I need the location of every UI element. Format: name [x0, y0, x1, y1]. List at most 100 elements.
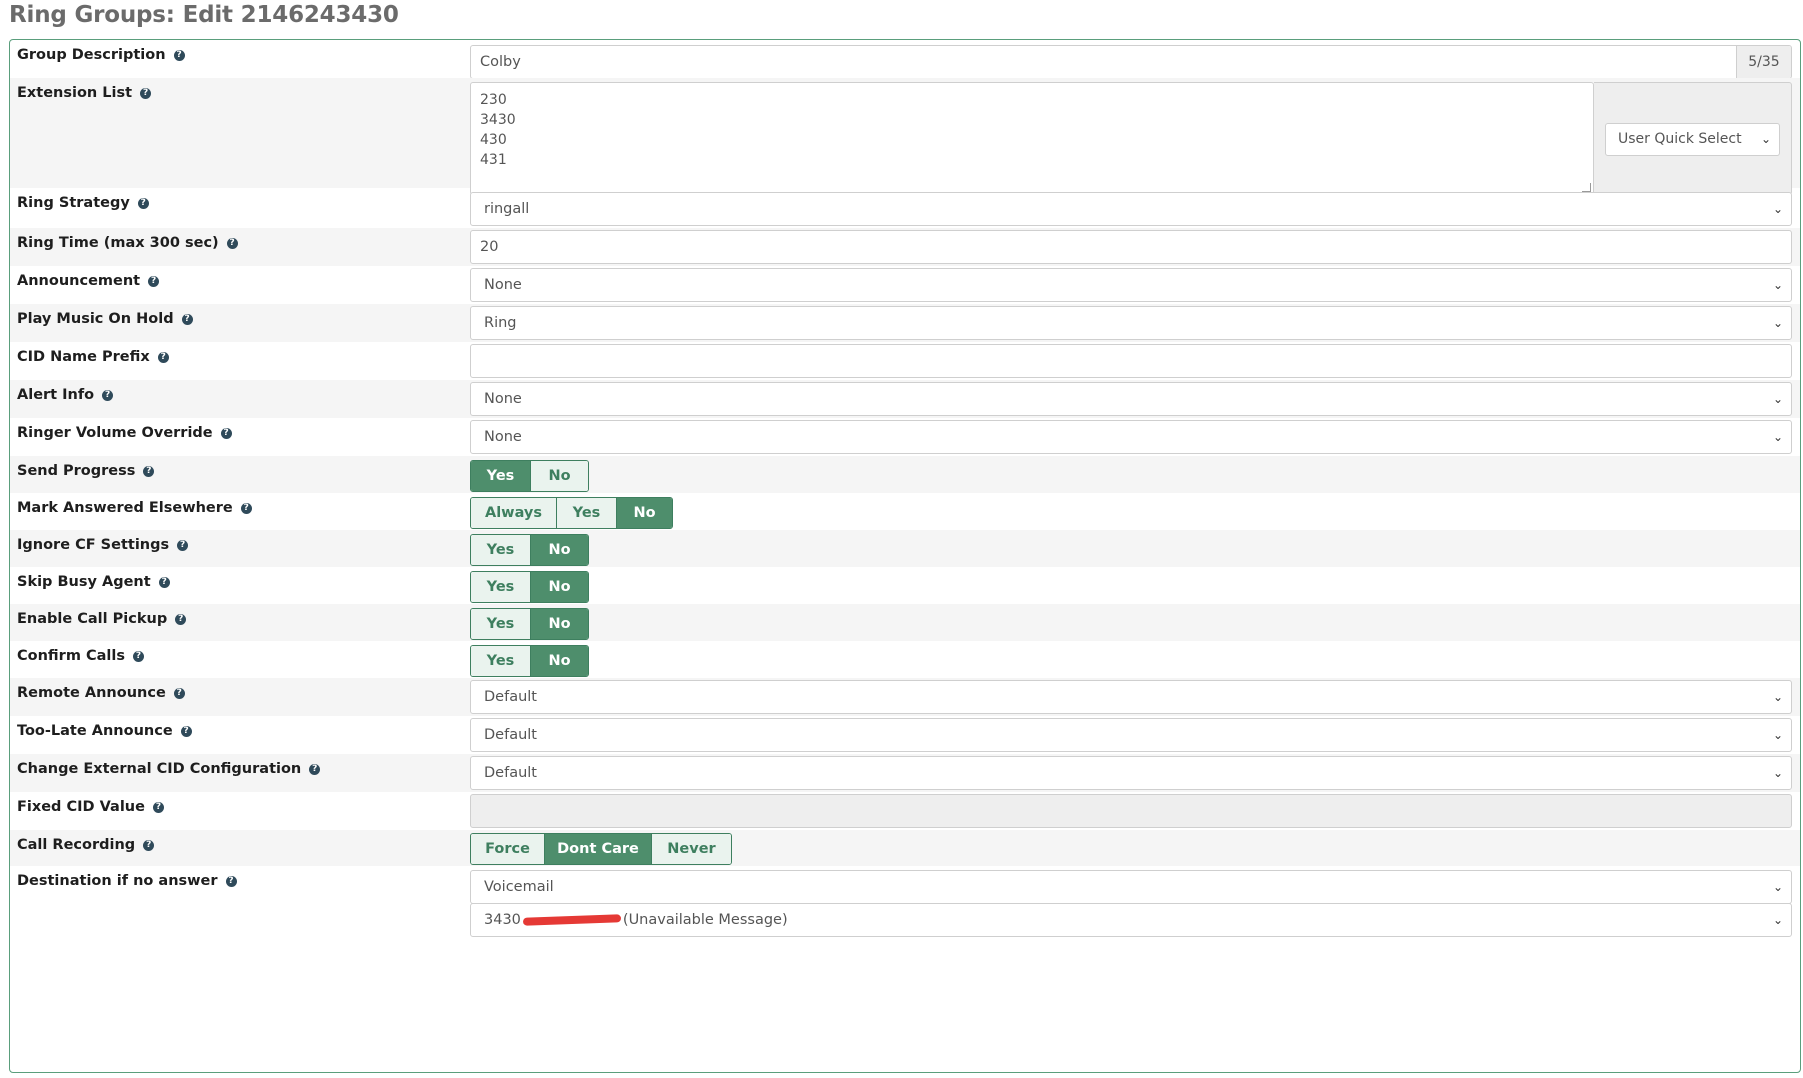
row-send-progress: Send Progress? Yes No	[10, 456, 1800, 493]
skip-busy-no-button[interactable]: No	[531, 572, 588, 602]
row-ringer-volume: Ringer Volume Override? None ⌄	[10, 418, 1800, 456]
call-recording-label: Call Recording	[17, 837, 136, 853]
announcement-label: Announcement	[17, 273, 141, 289]
row-call-pickup: Enable Call Pickup? Yes No	[10, 604, 1800, 641]
row-group-description: Group Description? Colby 5/35	[10, 40, 1800, 79]
row-fixed-cid: Fixed CID Value?	[10, 792, 1800, 830]
skip-busy-yes-button[interactable]: Yes	[471, 572, 531, 602]
help-icon[interactable]: ?	[181, 313, 193, 325]
help-icon[interactable]: ?	[309, 763, 321, 775]
ringer-volume-select[interactable]: None ⌄	[470, 420, 1792, 454]
remote-announce-label: Remote Announce	[17, 685, 166, 701]
mark-answered-label: Mark Answered Elsewhere	[17, 500, 233, 516]
row-cid-name-prefix: CID Name Prefix?	[10, 342, 1800, 380]
chevron-down-icon: ⌄	[1772, 316, 1784, 330]
help-icon[interactable]: ?	[158, 576, 170, 588]
row-alert-info: Alert Info? None ⌄	[10, 380, 1800, 418]
row-ignore-cf: Ignore CF Settings? Yes No	[10, 530, 1800, 567]
call-recording-never-button[interactable]: Never	[652, 834, 731, 864]
alert-info-select[interactable]: None ⌄	[470, 382, 1792, 416]
chevron-down-icon: ⌄	[1772, 766, 1784, 780]
page-title: Ring Groups: Edit 2146243430	[9, 2, 399, 28]
destination-type-select[interactable]: Voicemail ⌄	[470, 870, 1792, 904]
help-icon[interactable]: ?	[177, 539, 189, 551]
chevron-down-icon: ⌄	[1772, 202, 1784, 216]
row-remote-announce: Remote Announce? Default ⌄	[10, 678, 1800, 716]
mark-answered-toggle: Always Yes No	[470, 497, 673, 529]
help-icon[interactable]: ?	[148, 275, 160, 287]
row-extension-list: Extension List? 230 3430 430 431 User Qu…	[10, 78, 1800, 195]
cid-name-prefix-label: CID Name Prefix	[17, 349, 150, 365]
ring-time-input[interactable]: 20	[470, 230, 1792, 264]
change-ext-cid-select[interactable]: Default ⌄	[470, 756, 1792, 790]
too-late-announce-select[interactable]: Default ⌄	[470, 718, 1792, 752]
ring-group-form: Group Description? Colby 5/35 Extension …	[9, 39, 1801, 1073]
redaction-mark	[522, 914, 622, 926]
help-icon[interactable]: ?	[152, 801, 164, 813]
remote-announce-select[interactable]: Default ⌄	[470, 680, 1792, 714]
chevron-down-icon: ⌄	[1772, 913, 1784, 927]
help-icon[interactable]: ?	[102, 389, 114, 401]
change-ext-cid-label: Change External CID Configuration	[17, 761, 302, 777]
help-icon[interactable]: ?	[180, 725, 192, 737]
call-pickup-toggle: Yes No	[470, 608, 589, 640]
row-change-ext-cid: Change External CID Configuration? Defau…	[10, 754, 1800, 792]
row-announcement: Announcement? None ⌄	[10, 266, 1800, 304]
cid-name-prefix-input[interactable]	[470, 344, 1792, 378]
mark-answered-no-button[interactable]: No	[617, 498, 672, 528]
call-recording-force-button[interactable]: Force	[471, 834, 545, 864]
send-progress-toggle: Yes No	[470, 460, 589, 492]
help-icon[interactable]: ?	[140, 87, 152, 99]
char-counter: 5/35	[1736, 46, 1791, 78]
call-pickup-no-button[interactable]: No	[531, 609, 588, 639]
row-ring-strategy: Ring Strategy? ringall ⌄	[10, 188, 1800, 228]
confirm-calls-no-button[interactable]: No	[531, 646, 588, 676]
row-play-moh: Play Music On Hold? Ring ⌄	[10, 304, 1800, 342]
user-quick-select[interactable]: User Quick Select ⌄	[1605, 123, 1780, 156]
group-description-input[interactable]: Colby 5/35	[470, 45, 1792, 79]
confirm-calls-label: Confirm Calls	[17, 648, 125, 664]
help-icon[interactable]: ?	[225, 875, 237, 887]
help-icon[interactable]: ?	[173, 49, 185, 61]
chevron-down-icon: ⌄	[1772, 728, 1784, 742]
group-description-label: Group Description	[17, 47, 166, 63]
mark-answered-yes-button[interactable]: Yes	[557, 498, 617, 528]
help-icon[interactable]: ?	[175, 613, 187, 625]
ignore-cf-no-button[interactable]: No	[531, 535, 588, 565]
row-mark-answered: Mark Answered Elsewhere? Always Yes No	[10, 493, 1800, 530]
destination-target-select[interactable]: 3430 (Unavailable Message) ⌄	[470, 903, 1792, 937]
announcement-select[interactable]: None ⌄	[470, 268, 1792, 302]
help-icon[interactable]: ?	[143, 465, 155, 477]
ring-strategy-select[interactable]: ringall ⌄	[470, 192, 1792, 226]
chevron-down-icon: ⌄	[1772, 880, 1784, 894]
destination-label: Destination if no answer	[17, 873, 218, 889]
send-progress-yes-button[interactable]: Yes	[471, 461, 531, 491]
chevron-down-icon: ⌄	[1760, 132, 1772, 146]
help-icon[interactable]: ?	[240, 502, 252, 514]
ignore-cf-yes-button[interactable]: Yes	[471, 535, 531, 565]
call-pickup-yes-button[interactable]: Yes	[471, 609, 531, 639]
extension-list-textarea[interactable]: 230 3430 430 431	[470, 82, 1594, 195]
help-icon[interactable]: ?	[143, 839, 155, 851]
fixed-cid-input	[470, 794, 1792, 828]
confirm-calls-yes-button[interactable]: Yes	[471, 646, 531, 676]
help-icon[interactable]: ?	[157, 351, 169, 363]
row-skip-busy: Skip Busy Agent? Yes No	[10, 567, 1800, 604]
help-icon[interactable]: ?	[132, 650, 144, 662]
too-late-announce-label: Too-Late Announce	[17, 723, 173, 739]
help-icon[interactable]: ?	[173, 687, 185, 699]
mark-answered-always-button[interactable]: Always	[471, 498, 557, 528]
call-pickup-label: Enable Call Pickup	[17, 611, 168, 627]
help-icon[interactable]: ?	[137, 197, 149, 209]
call-recording-dont-care-button[interactable]: Dont Care	[545, 834, 652, 864]
skip-busy-toggle: Yes No	[470, 571, 589, 603]
help-icon[interactable]: ?	[220, 427, 232, 439]
row-call-recording: Call Recording? Force Dont Care Never	[10, 830, 1800, 866]
ring-strategy-label: Ring Strategy	[17, 195, 130, 211]
row-too-late-announce: Too-Late Announce? Default ⌄	[10, 716, 1800, 754]
help-icon[interactable]: ?	[226, 237, 238, 249]
play-moh-label: Play Music On Hold	[17, 311, 174, 327]
play-moh-select[interactable]: Ring ⌄	[470, 306, 1792, 340]
send-progress-no-button[interactable]: No	[531, 461, 588, 491]
extension-list-label: Extension List	[17, 85, 133, 101]
